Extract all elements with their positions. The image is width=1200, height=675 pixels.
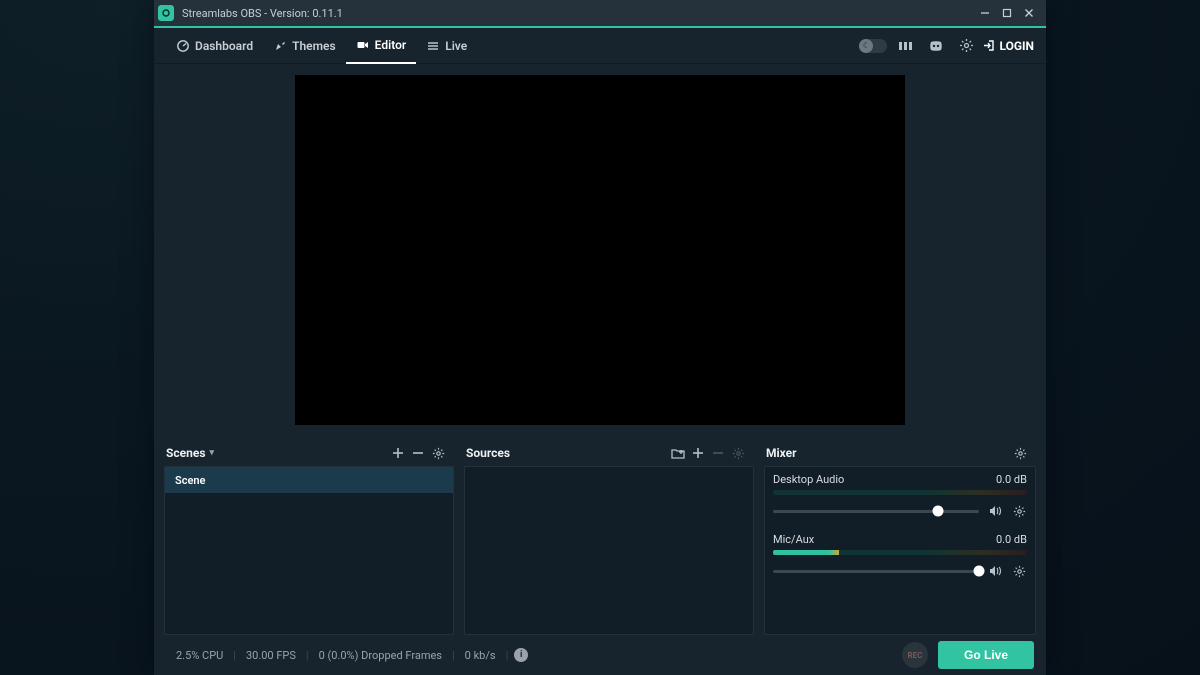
minimize-button[interactable] [974,2,996,24]
sources-list[interactable] [464,466,754,635]
dropped-frames-stat: 0 (0.0%) Dropped Frames [309,649,452,662]
scene-item-label: Scene [175,474,205,487]
window-title: Streamlabs OBS - Version: 0.11.1 [182,7,974,20]
channel-gear-icon[interactable] [1011,563,1027,579]
app-window: Streamlabs OBS - Version: 0.11.1 Dashboa… [154,0,1046,675]
top-nav: Dashboard Themes Editor Live ☾ LOGIN [154,28,1046,64]
login-button[interactable]: LOGIN [983,39,1034,53]
status-bar: 2.5% CPU | 30.00 FPS | 0 (0.0%) Dropped … [154,635,1046,675]
go-live-button[interactable]: Go Live [938,641,1034,669]
volume-slider[interactable] [773,510,979,513]
preview-area [154,64,1046,436]
mixer-header: Mixer [764,440,1036,466]
mixer-body: Desktop Audio 0.0 dB Mic/A [764,466,1036,635]
source-settings-button [728,443,748,463]
chevron-down-icon[interactable]: ▾ [210,448,215,458]
scenes-list: Scene [164,466,454,635]
dashboard-icon [176,39,190,53]
add-scene-button[interactable] [388,443,408,463]
channel-name: Desktop Audio [773,473,844,486]
tab-editor[interactable]: Editor [346,28,417,64]
app-logo-icon [158,5,174,21]
scenes-panel: Scenes ▾ Scene [164,440,454,635]
volume-slider[interactable] [773,570,979,573]
titlebar: Streamlabs OBS - Version: 0.11.1 [154,0,1046,26]
go-live-label: Go Live [964,648,1008,662]
themes-icon [273,39,287,53]
channel-name: Mic/Aux [773,533,814,546]
tab-live[interactable]: Live [416,28,477,64]
tab-themes[interactable]: Themes [263,28,346,64]
tab-label: Live [445,39,467,53]
live-icon [426,39,440,53]
mixer-panel: Mixer Desktop Audio 0.0 dB [764,440,1036,635]
close-button[interactable] [1018,2,1040,24]
panels-row: Scenes ▾ Scene Sources [154,436,1046,635]
rec-label: REC [908,651,923,660]
info-icon[interactable]: i [514,648,528,662]
panel-title: Sources [466,446,510,460]
mixer-channel: Desktop Audio 0.0 dB [773,473,1027,519]
tab-label: Editor [375,38,407,52]
sources-panel: Sources [464,440,754,635]
panel-title: Mixer [766,446,797,460]
channel-meter [773,490,1027,495]
studio-mode-icon[interactable] [895,35,917,57]
settings-icon[interactable] [955,35,977,57]
remove-source-button [708,443,728,463]
add-source-button[interactable] [688,443,708,463]
speaker-icon[interactable] [987,563,1003,579]
login-label: LOGIN [999,39,1034,53]
scene-item[interactable]: Scene [165,467,453,493]
sources-header: Sources [464,440,754,466]
scene-settings-button[interactable] [428,443,448,463]
mixer-settings-button[interactable] [1010,443,1030,463]
maximize-button[interactable] [996,2,1018,24]
channel-db: 0.0 dB [996,533,1027,546]
preview-canvas[interactable] [295,75,905,425]
channel-gear-icon[interactable] [1011,503,1027,519]
tab-dashboard[interactable]: Dashboard [166,28,263,64]
fps-stat: 30.00 FPS [236,649,306,662]
channel-meter [773,550,1027,555]
record-button[interactable]: REC [902,642,928,668]
add-folder-button[interactable] [668,443,688,463]
tab-label: Themes [292,39,336,53]
mixer-channel: Mic/Aux 0.0 dB [773,533,1027,579]
mode-toggle[interactable]: ☾ [859,39,887,53]
tab-label: Dashboard [195,39,253,53]
scenes-header: Scenes ▾ [164,440,454,466]
speaker-icon[interactable] [987,503,1003,519]
channel-db: 0.0 dB [996,473,1027,486]
panel-title: Scenes [166,446,206,460]
cpu-stat: 2.5% CPU [166,649,233,662]
editor-icon [356,38,370,52]
bitrate-stat: 0 kb/s [455,649,506,662]
remove-scene-button[interactable] [408,443,428,463]
toggle-knob-icon: ☾ [859,39,873,53]
discord-icon[interactable] [925,35,947,57]
login-icon [983,39,996,52]
